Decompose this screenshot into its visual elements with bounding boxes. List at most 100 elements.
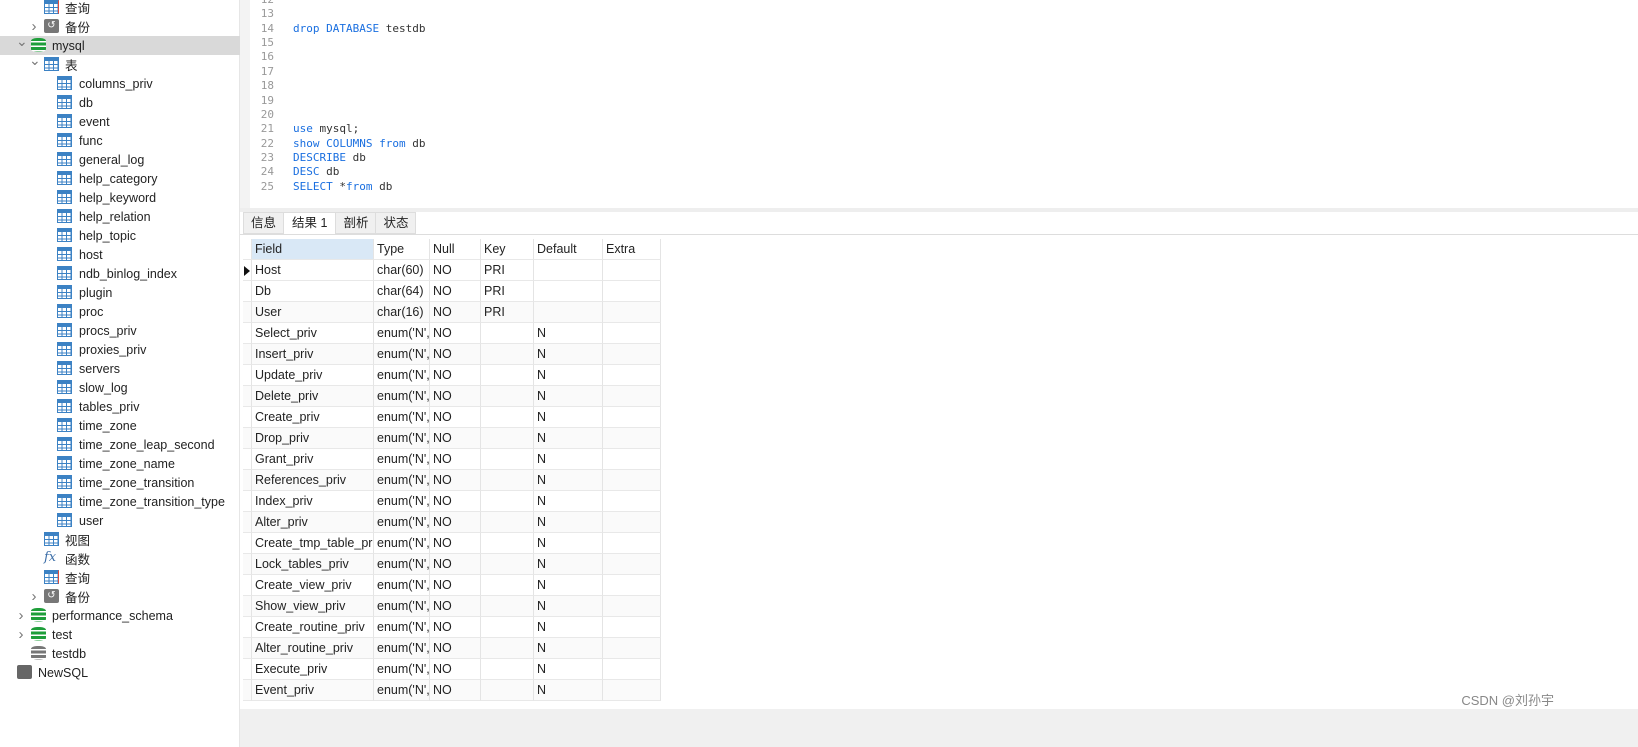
grid-cell[interactable]: char(60): [374, 260, 430, 281]
tab-result-3[interactable]: 状态: [375, 212, 417, 234]
tree-node[interactable]: time_zone_transition_type: [0, 492, 240, 511]
tab-result-2[interactable]: 剖析: [335, 212, 377, 234]
tree-node[interactable]: › test: [0, 625, 240, 644]
grid-cell[interactable]: NO: [430, 428, 481, 449]
column-header[interactable]: Null: [430, 239, 481, 260]
grid-cell[interactable]: Index_priv: [252, 491, 374, 512]
code-line[interactable]: use mysql;: [293, 122, 359, 135]
table-row[interactable]: Index_priv enum('N', NO N: [243, 491, 661, 512]
row-indicator[interactable]: [243, 323, 252, 344]
grid-cell[interactable]: [603, 449, 661, 470]
grid-cell[interactable]: Event_priv: [252, 680, 374, 701]
grid-cell[interactable]: [603, 491, 661, 512]
grid-cell[interactable]: [603, 617, 661, 638]
code-line[interactable]: DESC db: [293, 165, 339, 178]
chevron-right-icon[interactable]: ›: [29, 18, 39, 35]
tree-node[interactable]: event: [0, 112, 240, 131]
grid-cell[interactable]: Lock_tables_priv: [252, 554, 374, 575]
grid-cell[interactable]: NO: [430, 344, 481, 365]
grid-cell[interactable]: [481, 554, 534, 575]
tree-node[interactable]: help_relation: [0, 207, 240, 226]
tree-node[interactable]: time_zone_leap_second: [0, 435, 240, 454]
tree-node[interactable]: testdb: [0, 644, 240, 663]
row-indicator[interactable]: [243, 638, 252, 659]
tree-node[interactable]: › ↺ 备份: [0, 587, 240, 606]
table-row[interactable]: Alter_priv enum('N', NO N: [243, 512, 661, 533]
grid-cell[interactable]: NO: [430, 575, 481, 596]
grid-cell[interactable]: [603, 260, 661, 281]
tab-result-0[interactable]: 信息: [243, 212, 285, 234]
grid-cell[interactable]: NO: [430, 407, 481, 428]
grid-cell[interactable]: NO: [430, 512, 481, 533]
grid-cell[interactable]: [603, 554, 661, 575]
grid-cell[interactable]: NO: [430, 449, 481, 470]
tree-node[interactable]: help_topic: [0, 226, 240, 245]
row-indicator[interactable]: [243, 680, 252, 701]
tree-node[interactable]: › performance_schema: [0, 606, 240, 625]
grid-cell[interactable]: N: [534, 386, 603, 407]
grid-cell[interactable]: PRI: [481, 260, 534, 281]
grid-cell[interactable]: N: [534, 554, 603, 575]
row-indicator[interactable]: [243, 617, 252, 638]
table-row[interactable]: User char(16) NO PRI: [243, 302, 661, 323]
splitter[interactable]: [240, 208, 1638, 212]
grid-cell[interactable]: NO: [430, 323, 481, 344]
grid-cell[interactable]: Alter_routine_priv: [252, 638, 374, 659]
grid-cell[interactable]: [481, 323, 534, 344]
table-row[interactable]: Db char(64) NO PRI: [243, 281, 661, 302]
grid-cell[interactable]: enum('N',: [374, 575, 430, 596]
grid-cell[interactable]: enum('N',: [374, 659, 430, 680]
row-indicator[interactable]: [243, 533, 252, 554]
grid-cell[interactable]: enum('N',: [374, 344, 430, 365]
table-row[interactable]: Select_priv enum('N', NO N: [243, 323, 661, 344]
grid-cell[interactable]: Drop_priv: [252, 428, 374, 449]
grid-cell[interactable]: References_priv: [252, 470, 374, 491]
code-line[interactable]: DESCRIBE db: [293, 151, 366, 164]
grid-cell[interactable]: N: [534, 344, 603, 365]
tree-node[interactable]: help_category: [0, 169, 240, 188]
grid-cell[interactable]: [481, 575, 534, 596]
tree-node[interactable]: proxies_priv: [0, 340, 240, 359]
grid-cell[interactable]: N: [534, 659, 603, 680]
grid-cell[interactable]: [481, 470, 534, 491]
row-indicator[interactable]: [243, 575, 252, 596]
table-row[interactable]: References_priv enum('N', NO N: [243, 470, 661, 491]
grid-cell[interactable]: N: [534, 323, 603, 344]
grid-cell[interactable]: NO: [430, 680, 481, 701]
row-indicator[interactable]: [243, 239, 252, 260]
grid-cell[interactable]: [481, 533, 534, 554]
row-indicator[interactable]: [243, 302, 252, 323]
grid-cell[interactable]: PRI: [481, 302, 534, 323]
grid-cell[interactable]: Show_view_priv: [252, 596, 374, 617]
tree-node[interactable]: db: [0, 93, 240, 112]
grid-cell[interactable]: enum('N',: [374, 407, 430, 428]
row-indicator[interactable]: [243, 449, 252, 470]
table-row[interactable]: Alter_routine_priv enum('N', NO N: [243, 638, 661, 659]
grid-cell[interactable]: [603, 533, 661, 554]
grid-cell[interactable]: Create_tmp_table_priv: [252, 533, 374, 554]
grid-cell[interactable]: [481, 386, 534, 407]
grid-cell[interactable]: N: [534, 512, 603, 533]
grid-cell[interactable]: [603, 428, 661, 449]
sql-editor[interactable]: 121314 drop DATABASE testdb 15161718192021…: [240, 0, 1638, 208]
grid-cell[interactable]: [481, 428, 534, 449]
grid-cell[interactable]: Create_routine_priv: [252, 617, 374, 638]
grid-cell[interactable]: enum('N',: [374, 470, 430, 491]
table-row[interactable]: Lock_tables_priv enum('N', NO N: [243, 554, 661, 575]
column-header[interactable]: Default: [534, 239, 603, 260]
table-row[interactable]: Event_priv enum('N', NO N: [243, 680, 661, 701]
table-row[interactable]: Show_view_priv enum('N', NO N: [243, 596, 661, 617]
grid-cell[interactable]: [481, 512, 534, 533]
grid-cell[interactable]: NO: [430, 596, 481, 617]
tree-node[interactable]: time_zone_transition: [0, 473, 240, 492]
grid-cell[interactable]: NO: [430, 386, 481, 407]
chevron-down-icon[interactable]: ⌄: [29, 52, 41, 69]
tree-node[interactable]: › ↺ 备份: [0, 17, 240, 36]
tab-result-1[interactable]: 结果 1: [283, 212, 337, 235]
grid-cell[interactable]: [481, 449, 534, 470]
row-indicator[interactable]: [243, 428, 252, 449]
grid-cell[interactable]: enum('N',: [374, 365, 430, 386]
grid-cell[interactable]: Grant_priv: [252, 449, 374, 470]
grid-cell[interactable]: [603, 281, 661, 302]
table-row[interactable]: Update_priv enum('N', NO N: [243, 365, 661, 386]
